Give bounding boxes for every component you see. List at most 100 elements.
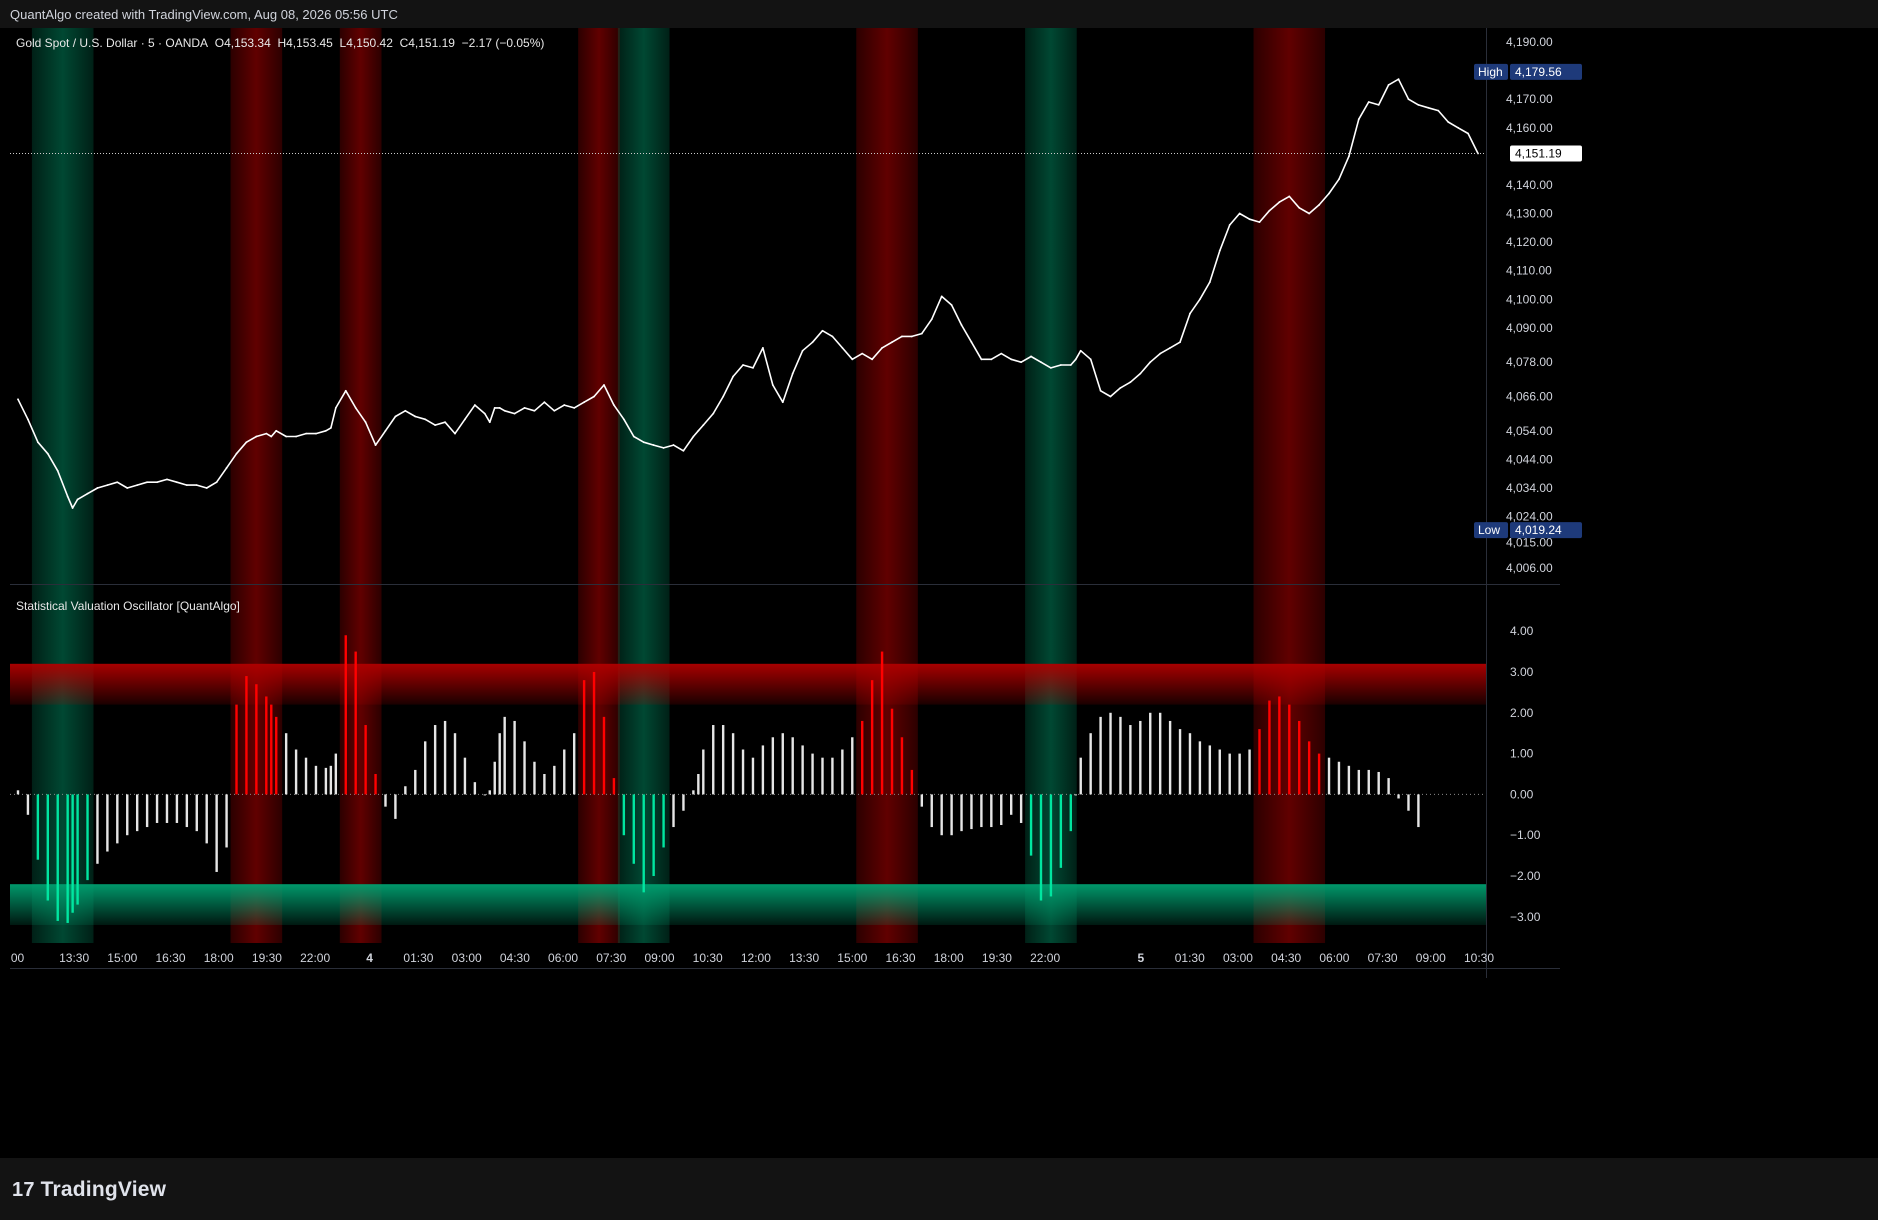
chart-canvas[interactable]: 4,190.00 4,170.00 4,160.00 4,140.00 4,130.00… bbox=[10, 28, 1868, 1158]
price-point bbox=[513, 412, 516, 415]
oscillator-legend[interactable]: Statistical Valuation Oscillator [QuantA… bbox=[16, 599, 240, 613]
price-point bbox=[1040, 361, 1042, 364]
tradingview-logo-icon: 17 bbox=[12, 1179, 35, 1201]
price-tick-label: 4,190.00 bbox=[1506, 35, 1553, 49]
price-point bbox=[960, 324, 963, 326]
price-point bbox=[583, 401, 586, 404]
oscillator-bar bbox=[195, 794, 198, 832]
price-point bbox=[1357, 118, 1360, 121]
oscillator-bar bbox=[155, 794, 159, 823]
price-tick-label: 4,024.00 bbox=[1506, 510, 1553, 524]
price-point bbox=[106, 484, 109, 486]
oscillator-bar bbox=[1109, 712, 1112, 795]
low-badge-value: 4,019.24 bbox=[1515, 523, 1562, 537]
signal-band-sell-1 bbox=[230, 28, 283, 943]
chart-area[interactable]: 4,190.00 4,170.00 4,160.00 4,140.00 4,130.00… bbox=[10, 28, 1868, 1158]
price-point bbox=[553, 409, 556, 412]
price-point bbox=[811, 341, 814, 344]
price-tick-label: 4,130.00 bbox=[1506, 207, 1553, 221]
price-point bbox=[920, 332, 923, 335]
price-point bbox=[891, 341, 893, 344]
time-tick-label: 22:00 bbox=[300, 951, 330, 965]
price-point bbox=[374, 444, 377, 446]
price-point bbox=[324, 429, 327, 432]
oscillator-bar bbox=[145, 794, 149, 828]
high-value: H4,153.45 bbox=[277, 36, 333, 50]
symbol-label[interactable]: Gold Spot / U.S. Dollar · 5 · OANDA bbox=[16, 36, 208, 50]
low-value: L4,150.42 bbox=[339, 36, 393, 50]
oscillator-bar bbox=[543, 774, 546, 795]
oscillator-bar bbox=[394, 794, 397, 819]
time-tick-label: 00 bbox=[11, 951, 25, 965]
price-point bbox=[781, 401, 784, 404]
oscillator-bar bbox=[970, 794, 973, 830]
price-point bbox=[1208, 281, 1211, 284]
time-tick-label: 07:30 bbox=[1368, 951, 1398, 965]
price-point bbox=[265, 432, 268, 435]
price-point bbox=[901, 335, 903, 338]
oscillator-bar bbox=[1367, 769, 1370, 795]
price-point bbox=[861, 352, 864, 355]
oscillator-bar bbox=[1288, 704, 1291, 795]
price-point bbox=[503, 409, 506, 412]
price-point bbox=[702, 424, 705, 426]
oscillator-bar bbox=[270, 704, 273, 795]
oscillator-bar bbox=[513, 720, 516, 795]
oscillator-bar bbox=[1307, 741, 1311, 795]
oscillator-bar bbox=[443, 720, 447, 795]
time-tick-label: 10:30 bbox=[1464, 951, 1494, 965]
price-point bbox=[1397, 78, 1400, 81]
oscillator-bar bbox=[731, 733, 735, 795]
oscillator-bar bbox=[284, 733, 288, 795]
price-point bbox=[1328, 192, 1330, 195]
price-point bbox=[1447, 121, 1450, 123]
oscillator-bar bbox=[642, 794, 645, 893]
oscillator-bar bbox=[1149, 712, 1152, 795]
oscillator-bar bbox=[433, 725, 437, 795]
price-point bbox=[791, 372, 794, 375]
oversold-zone bbox=[10, 884, 1486, 925]
tradingview-logo[interactable]: 17 TradingView bbox=[12, 1178, 166, 1202]
price-point bbox=[841, 346, 844, 349]
price-point bbox=[1189, 312, 1191, 315]
oscillator-bar bbox=[712, 725, 715, 795]
price-point bbox=[255, 435, 258, 438]
price-point bbox=[831, 335, 834, 338]
price-tick-label: 4,160.00 bbox=[1506, 121, 1553, 135]
price-point bbox=[1258, 221, 1261, 223]
price-point bbox=[444, 421, 446, 424]
oscillator-bar bbox=[861, 720, 864, 795]
price-point bbox=[742, 364, 744, 366]
oscillator-bar bbox=[106, 794, 109, 852]
oscillator-bar bbox=[453, 733, 457, 795]
price-point bbox=[910, 335, 913, 338]
price-point bbox=[305, 432, 307, 435]
oscillator-bar bbox=[781, 733, 784, 795]
price-point bbox=[285, 435, 288, 438]
price-point bbox=[36, 441, 39, 444]
price-point bbox=[1268, 209, 1271, 212]
price-point bbox=[1109, 395, 1112, 398]
oscillator-bar bbox=[483, 794, 487, 796]
oscillator-bar bbox=[384, 794, 387, 807]
oscillator-bar bbox=[116, 794, 119, 844]
oscillator-bar bbox=[1158, 712, 1162, 795]
oscillator-bar bbox=[1218, 749, 1221, 795]
price-tick-label: 4,066.00 bbox=[1506, 389, 1553, 403]
price-point bbox=[1010, 358, 1013, 361]
high-badge-label: High bbox=[1478, 65, 1503, 79]
price-tick-label: 4,054.00 bbox=[1506, 424, 1553, 438]
price-tick-label: 4,078.00 bbox=[1506, 355, 1553, 369]
oscillator-bar bbox=[1029, 794, 1033, 856]
price-point bbox=[1318, 204, 1320, 206]
oscillator-bar bbox=[36, 794, 40, 860]
oscillator-bar bbox=[523, 741, 526, 795]
oscillator-bar bbox=[1188, 733, 1192, 795]
oscillator-bar bbox=[175, 794, 179, 823]
oscillator-bar bbox=[135, 794, 139, 832]
oscillator-bar bbox=[374, 774, 377, 795]
time-tick-label: 04:30 bbox=[1271, 951, 1301, 965]
price-point bbox=[493, 407, 496, 409]
price-point bbox=[1179, 341, 1181, 344]
oscillator-tick-label: −2.00 bbox=[1510, 869, 1541, 883]
